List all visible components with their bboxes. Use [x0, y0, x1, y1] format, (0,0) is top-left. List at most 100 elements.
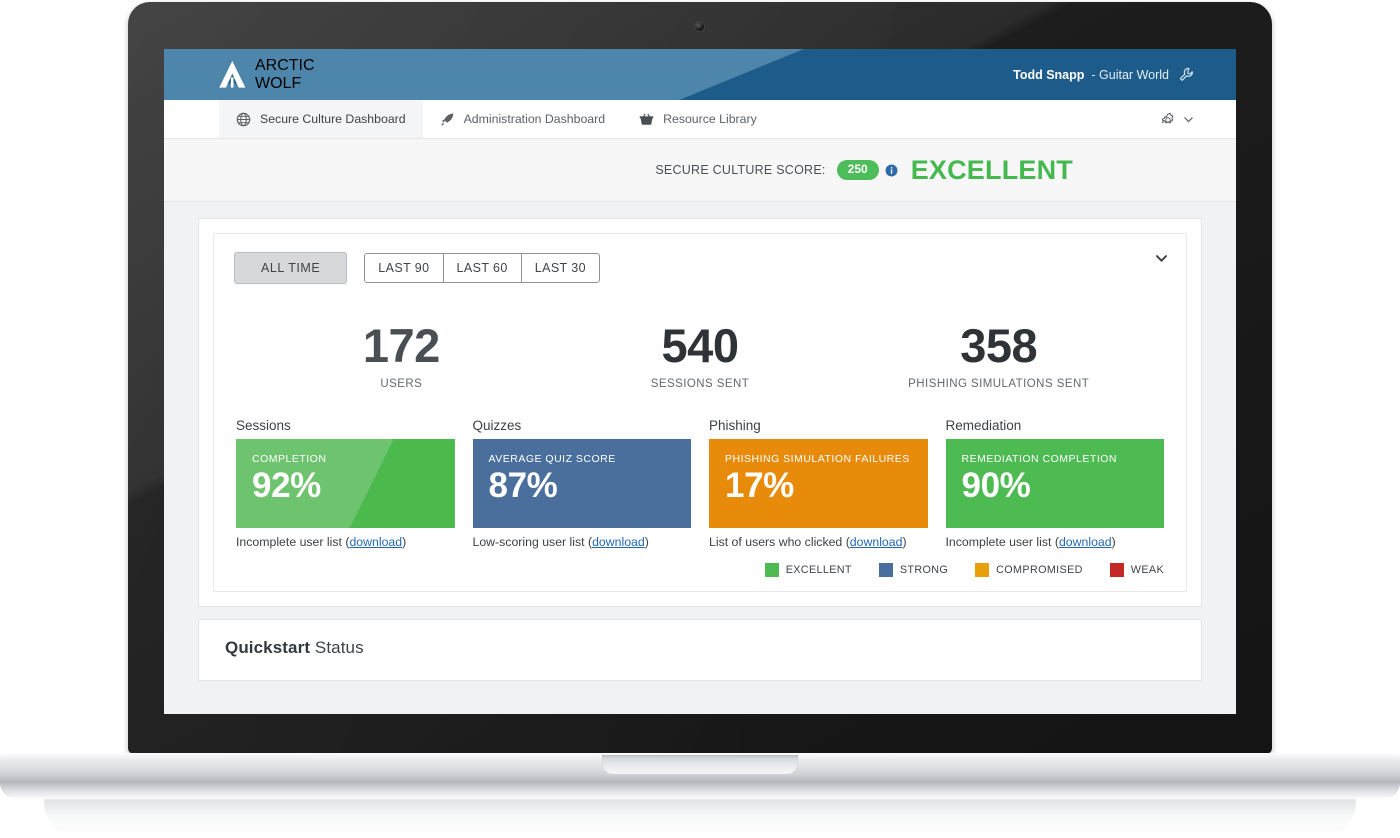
score-badge: 250: [836, 160, 879, 180]
tab-resource-library[interactable]: Resource Library: [622, 100, 774, 138]
metric-title: Sessions: [236, 418, 291, 433]
legend-label: COMPROMISED: [996, 564, 1083, 576]
metric-footnote: List of users who clicked (download): [709, 535, 928, 549]
brand-wordmark-line2: WOLF: [255, 75, 302, 92]
metric-value: 90%: [961, 466, 1031, 505]
stat-caption: SESSIONS SENT: [650, 378, 750, 390]
legend-label: STRONG: [899, 564, 949, 576]
download-link[interactable]: download: [850, 535, 903, 549]
legend-item-strong: STRONG: [878, 563, 949, 577]
brand-logo[interactable]: ARCTIC WOLF: [218, 57, 315, 93]
legend-color-chip: [764, 563, 779, 577]
stat-value: 540: [661, 319, 739, 372]
summary-stats: 172 USERS 540 SESSIONS SENT 358 PHISHING…: [234, 322, 1166, 390]
tab-label: Administration Dashboard: [463, 112, 606, 126]
metric-card-remediation: Remediation REMEDIATION COMPLETION 90% I…: [945, 418, 1165, 549]
legend-label: WEAK: [1130, 564, 1164, 576]
legend-color-chip: [878, 563, 893, 577]
stat-phishing-simulations-sent: 358 PHISHING SIMULATIONS SENT: [849, 322, 1148, 390]
dashboard-content: ALL TIME LAST 90 LAST 60 LAST 30 172 USE…: [164, 202, 1236, 714]
filter-last-60-button[interactable]: LAST 60: [442, 254, 521, 282]
metric-value: 87%: [488, 466, 558, 505]
basket-icon: [639, 113, 654, 125]
filter-all-time-button[interactable]: ALL TIME: [234, 252, 348, 284]
download-link[interactable]: download: [349, 535, 402, 549]
metric-title: Remediation: [945, 418, 1022, 433]
stat-sessions-sent: 540 SESSIONS SENT: [551, 322, 850, 390]
tab-administration-dashboard[interactable]: Administration Dashboard: [423, 100, 623, 138]
quickstart-status-panel: Quickstart Status: [198, 619, 1202, 681]
laptop-mockup: ARCTIC WOLF Todd Snapp - Guitar World Se…: [0, 0, 1400, 838]
filter-last-90-button[interactable]: LAST 90: [365, 254, 443, 282]
legend-label: EXCELLENT: [785, 564, 852, 576]
metric-tile: PHISHING SIMULATION FAILURES 17%: [709, 439, 928, 528]
footnote-prefix: List of users who clicked (: [709, 535, 850, 549]
footnote-suffix: ): [1111, 535, 1116, 549]
wrench-icon[interactable]: [1179, 67, 1194, 82]
brand-wordmark: ARCTIC WOLF: [255, 57, 315, 93]
quickstart-title-light: Status: [310, 638, 364, 657]
metric-tile: COMPLETION 92%: [236, 439, 455, 528]
metric-cards: Sessions COMPLETION 92% Incomplete user …: [234, 418, 1166, 549]
metric-kicker: REMEDIATION COMPLETION: [961, 453, 1117, 465]
metric-title: Phishing: [709, 418, 761, 433]
metric-value: 17%: [725, 466, 794, 505]
footnote-prefix: Incomplete user list (: [945, 535, 1059, 549]
info-circle-icon[interactable]: [885, 164, 898, 177]
metric-tile: REMEDIATION COMPLETION 90%: [945, 439, 1164, 528]
legend-color-chip: [975, 563, 990, 577]
quickstart-title-bold: Quickstart: [225, 638, 311, 657]
status-legend: EXCELLENT STRONG COMPROMISED WEAK: [234, 563, 1166, 577]
metric-kicker: AVERAGE QUIZ SCORE: [488, 453, 616, 465]
filter-last-30-button[interactable]: LAST 30: [520, 254, 599, 282]
legend-item-weak: WEAK: [1109, 563, 1164, 577]
quickstart-status-heading: Quickstart Status: [225, 638, 1175, 658]
tab-label: Resource Library: [663, 112, 757, 126]
chevron-down-icon[interactable]: [1183, 114, 1194, 125]
stat-value: 358: [960, 319, 1038, 372]
time-range-filters: ALL TIME LAST 90 LAST 60 LAST 30: [234, 252, 1166, 284]
score-label: SECURE CULTURE SCORE:: [655, 163, 826, 177]
filter-range-group: LAST 90 LAST 60 LAST 30: [364, 253, 600, 283]
app-header: ARCTIC WOLF Todd Snapp - Guitar World: [164, 49, 1236, 100]
score-rating: EXCELLENT: [910, 154, 1073, 185]
metric-kicker: COMPLETION: [252, 453, 327, 465]
account-area[interactable]: Todd Snapp - Guitar World: [1013, 49, 1194, 100]
footnote-suffix: ): [644, 535, 649, 549]
metric-footnote: Low-scoring user list (download): [473, 535, 692, 549]
metric-card-phishing: Phishing PHISHING SIMULATION FAILURES 17…: [709, 418, 928, 549]
account-organization: - Guitar World: [1091, 67, 1169, 82]
stat-caption: USERS: [380, 378, 423, 390]
panel-collapse-chevron-down-icon[interactable]: [1155, 252, 1168, 265]
footnote-prefix: Low-scoring user list (: [472, 535, 593, 549]
metric-footnote: Incomplete user list (download): [236, 535, 455, 549]
arctic-wolf-mountain-logo-icon: [219, 60, 246, 88]
footnote-suffix: ): [902, 535, 907, 549]
gear-icon[interactable]: [1160, 112, 1176, 128]
download-link[interactable]: download: [592, 535, 645, 549]
metric-card-quizzes: Quizzes AVERAGE QUIZ SCORE 87% Low-scori…: [472, 418, 692, 549]
secure-culture-score-strip: SECURE CULTURE SCORE: 250 EXCELLENT: [164, 139, 1236, 202]
overview-panel: ALL TIME LAST 90 LAST 60 LAST 30 172 USE…: [198, 218, 1202, 607]
nav-settings-menu[interactable]: [1160, 100, 1194, 139]
laptop-base-notch: [602, 755, 798, 774]
stat-caption: PHISHING SIMULATIONS SENT: [908, 378, 1090, 390]
stat-value: 172: [362, 319, 440, 372]
laptop-reflection: [44, 799, 1356, 837]
webcam-icon: [695, 22, 704, 31]
main-navigation: Secure Culture Dashboard Administration …: [164, 100, 1236, 139]
overview-panel-body: ALL TIME LAST 90 LAST 60 LAST 30 172 USE…: [213, 233, 1187, 592]
screen-viewport: ARCTIC WOLF Todd Snapp - Guitar World Se…: [164, 49, 1236, 714]
metric-card-sessions: Sessions COMPLETION 92% Incomplete user …: [236, 418, 455, 549]
stat-users: 172 USERS: [252, 322, 551, 390]
metric-kicker: PHISHING SIMULATION FAILURES: [725, 453, 910, 465]
legend-item-excellent: EXCELLENT: [764, 563, 852, 577]
tab-secure-culture-dashboard[interactable]: Secure Culture Dashboard: [219, 100, 423, 138]
footnote-suffix: ): [402, 535, 407, 549]
metric-value: 92%: [252, 466, 321, 505]
download-link[interactable]: download: [1059, 535, 1112, 549]
metric-footnote: Incomplete user list (download): [946, 535, 1165, 549]
legend-color-chip: [1109, 563, 1124, 577]
brand-wordmark-line1: ARCTIC: [255, 57, 315, 74]
globe-icon: [236, 112, 251, 126]
